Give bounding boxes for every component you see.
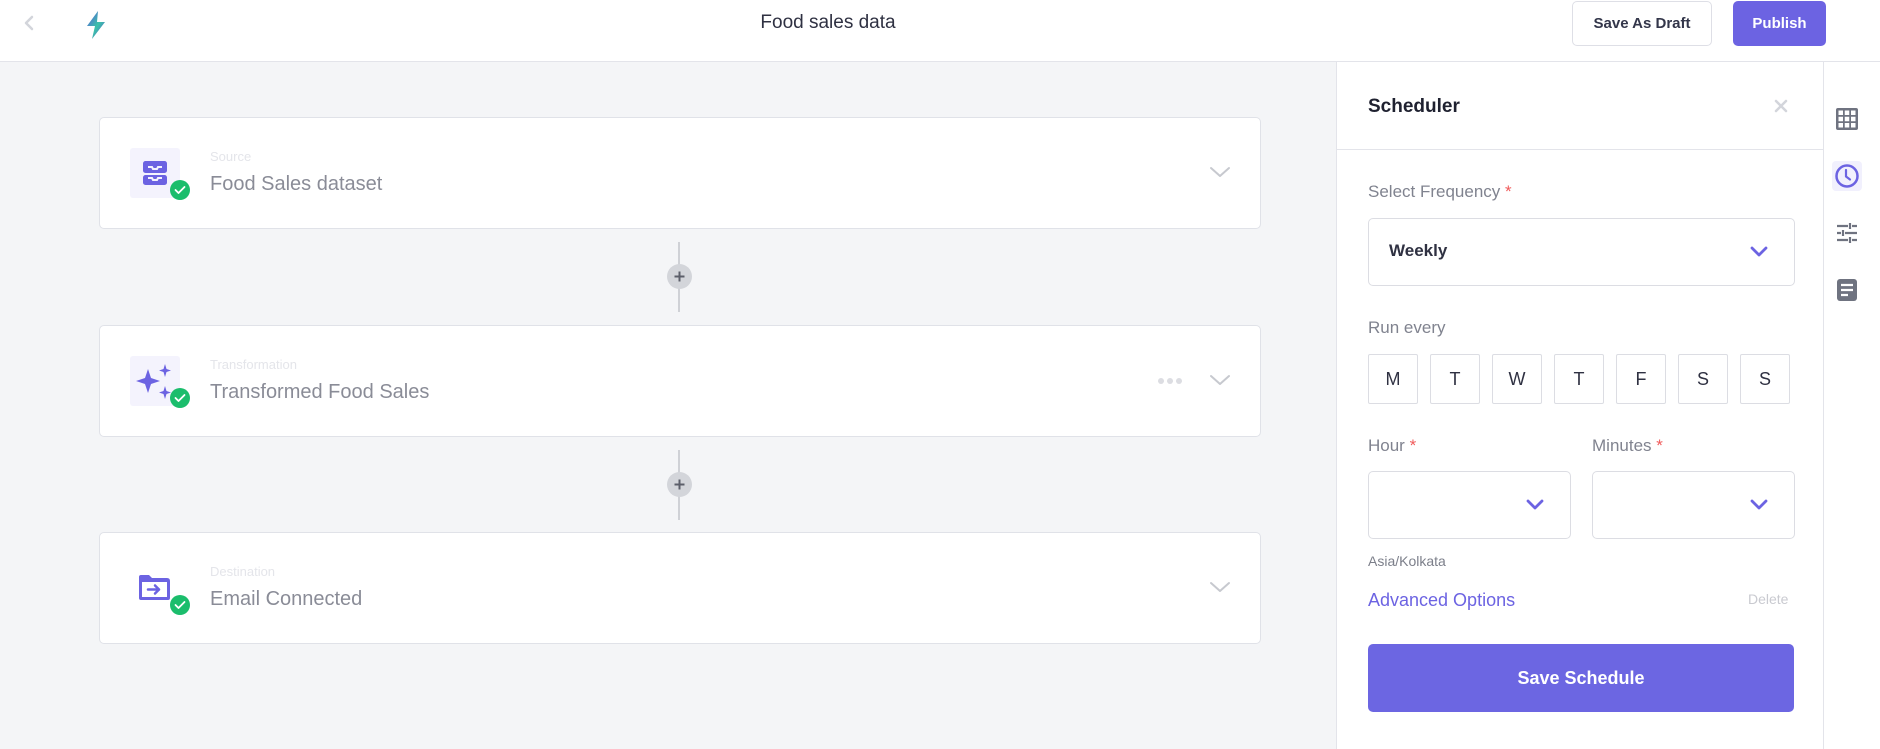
rail-item-settings[interactable] — [1832, 218, 1862, 248]
step-title: Transformed Food Sales — [210, 381, 430, 403]
chevron-down-icon — [1750, 246, 1768, 257]
required-marker: * — [1409, 436, 1417, 455]
step-type-label: Transformation — [210, 357, 297, 372]
add-step-button[interactable] — [667, 264, 692, 289]
advanced-options-link[interactable]: Advanced Options — [1368, 590, 1515, 611]
close-button[interactable] — [1771, 96, 1791, 116]
more-options-icon[interactable] — [1158, 376, 1182, 386]
frequency-value: Weekly — [1389, 241, 1448, 260]
rail-item-notes[interactable] — [1832, 275, 1862, 305]
day-tuesday[interactable]: T — [1430, 354, 1480, 404]
clock-icon — [1835, 164, 1859, 188]
run-every-label: Run every — [1368, 318, 1446, 337]
publish-button[interactable]: Publish — [1733, 1, 1826, 46]
scheduler-panel: Scheduler Select Frequency * Weekly Run … — [1336, 62, 1824, 749]
delete-button[interactable]: Delete — [1748, 591, 1788, 607]
pipeline-step-transformation[interactable]: Transformation Transformed Food Sales — [99, 325, 1261, 437]
step-title: Email Connected — [210, 588, 363, 610]
status-connected-icon — [170, 595, 190, 615]
right-rail — [1824, 62, 1880, 749]
hour-select[interactable] — [1368, 471, 1571, 539]
table-grid-icon — [1836, 108, 1858, 130]
add-step-button[interactable] — [667, 472, 692, 497]
pipeline-canvas: Source Food Sales dataset Transformation… — [0, 62, 1336, 749]
hour-label: Hour * — [1368, 436, 1416, 456]
save-as-draft-button[interactable]: Save As Draft — [1572, 1, 1712, 46]
document-icon — [1837, 279, 1857, 301]
chevron-down-icon — [1526, 499, 1544, 510]
panel-title: Scheduler — [1368, 96, 1460, 117]
frequency-label-text: Select Frequency — [1368, 182, 1501, 201]
hour-label-text: Hour — [1368, 436, 1405, 455]
close-icon — [1774, 99, 1788, 113]
day-friday[interactable]: F — [1616, 354, 1666, 404]
folder-arrow-icon — [139, 575, 170, 600]
frequency-select[interactable]: Weekly — [1368, 218, 1795, 286]
status-connected-icon — [170, 180, 190, 200]
pipeline-step-source[interactable]: Source Food Sales dataset — [99, 117, 1261, 229]
minutes-select[interactable] — [1592, 471, 1795, 539]
panel-divider — [1337, 149, 1823, 150]
minutes-label: Minutes * — [1592, 436, 1663, 456]
sparkles-icon — [136, 364, 171, 399]
minutes-label-text: Minutes — [1592, 436, 1652, 455]
chevron-down-icon[interactable] — [1208, 162, 1232, 182]
frequency-label: Select Frequency * — [1368, 182, 1512, 202]
status-connected-icon — [170, 388, 190, 408]
step-type-label: Destination — [210, 564, 276, 579]
sliders-icon — [1837, 223, 1857, 243]
chevron-down-icon[interactable] — [1208, 577, 1232, 597]
day-picker: M T W T F S S — [1368, 354, 1790, 404]
required-marker: * — [1505, 182, 1512, 201]
plus-icon — [674, 479, 685, 490]
chevron-down-icon — [1750, 499, 1768, 510]
rail-item-scheduler[interactable] — [1832, 161, 1862, 191]
inbox-tray-icon — [143, 161, 167, 185]
chevron-down-icon[interactable] — [1208, 370, 1232, 390]
timezone-label: Asia/Kolkata — [1368, 553, 1446, 569]
step-title: Food Sales dataset — [210, 173, 383, 195]
day-sunday[interactable]: S — [1740, 354, 1790, 404]
page-title: Food sales data — [760, 12, 896, 33]
step-type-label: Source — [210, 149, 252, 164]
day-thursday[interactable]: T — [1554, 354, 1604, 404]
plus-icon — [674, 271, 685, 282]
save-schedule-button[interactable]: Save Schedule — [1368, 644, 1794, 712]
day-wednesday[interactable]: W — [1492, 354, 1542, 404]
day-monday[interactable]: M — [1368, 354, 1418, 404]
rail-item-table[interactable] — [1832, 104, 1862, 134]
pipeline-step-destination[interactable]: Destination Email Connected — [99, 532, 1261, 644]
required-marker: * — [1656, 436, 1663, 455]
top-bar: Food sales data Save As Draft Publish — [0, 0, 1880, 62]
day-saturday[interactable]: S — [1678, 354, 1728, 404]
